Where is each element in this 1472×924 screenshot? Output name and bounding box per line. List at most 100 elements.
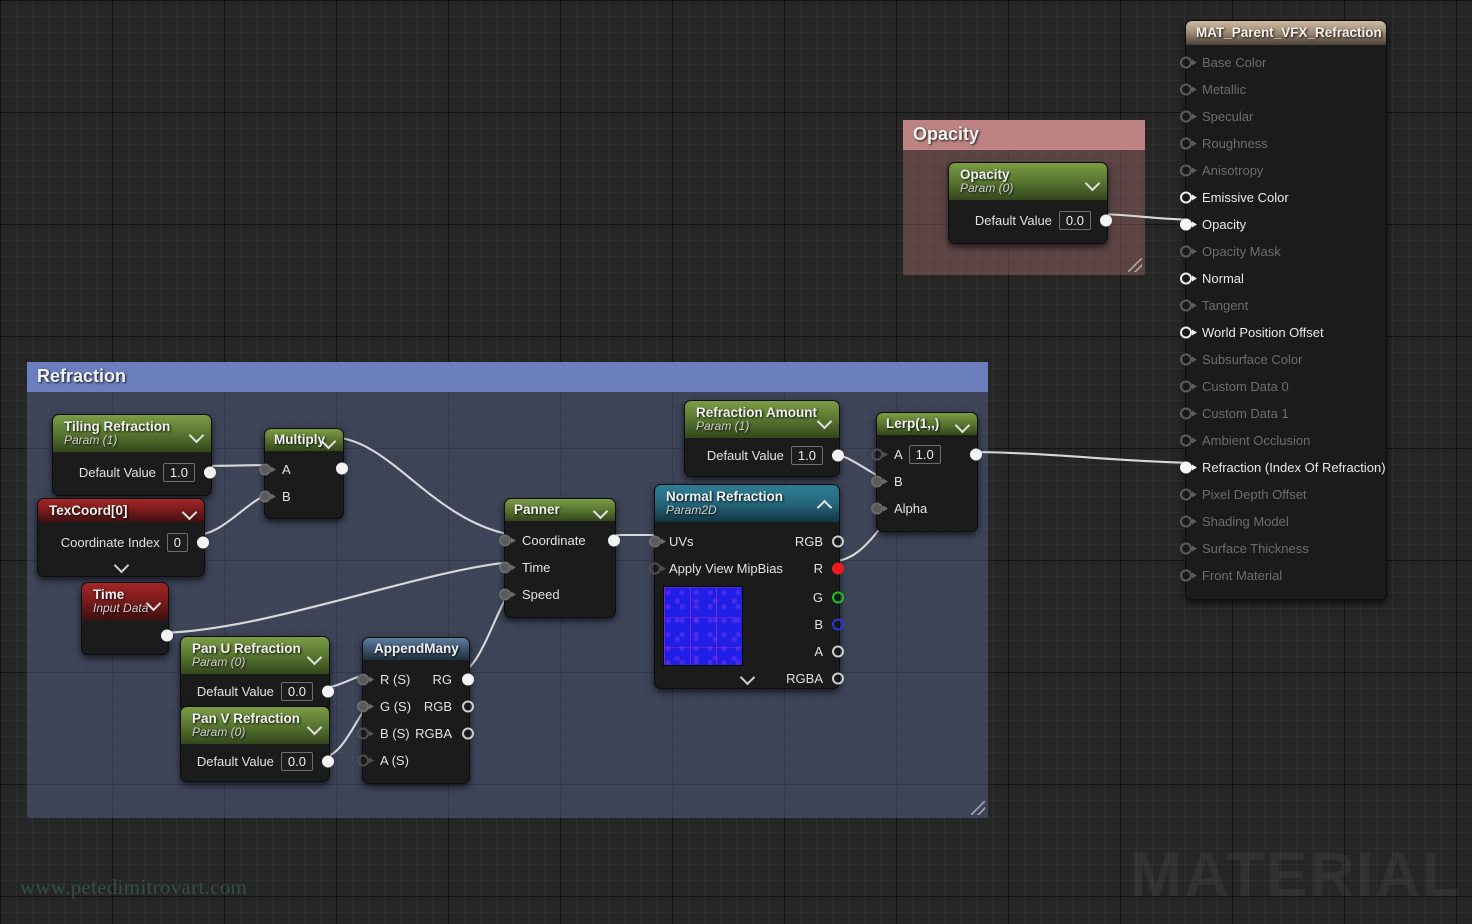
input-pin[interactable] bbox=[1180, 56, 1197, 69]
input-pin[interactable] bbox=[1180, 299, 1197, 312]
node-refraction-amount[interactable]: Refraction Amount Param (1) Default Valu… bbox=[684, 400, 844, 477]
node-header[interactable]: Panner bbox=[505, 499, 615, 521]
output-pin[interactable] bbox=[161, 629, 174, 643]
node-normal-refraction[interactable]: Normal Refraction Param2D UVs RGB Apply … bbox=[649, 484, 844, 689]
material-input-front-material[interactable]: Front Material bbox=[1180, 562, 1386, 589]
node-header[interactable]: Multiply bbox=[265, 429, 343, 451]
node-header[interactable]: Pan V Refraction Param (0) bbox=[181, 707, 329, 744]
default-value-field[interactable]: 0.0 bbox=[280, 682, 313, 701]
chevron-down-icon[interactable] bbox=[594, 503, 608, 517]
input-pin[interactable] bbox=[1180, 488, 1197, 501]
input-pin-b[interactable] bbox=[871, 475, 888, 488]
input-pin-coordinate[interactable] bbox=[499, 534, 516, 547]
chevron-down-icon[interactable] bbox=[183, 504, 197, 518]
node-multiply[interactable]: Multiply A B bbox=[259, 428, 348, 519]
input-pin[interactable] bbox=[1180, 353, 1197, 366]
output-pin[interactable] bbox=[832, 449, 845, 462]
node-header[interactable]: Normal Refraction Param2D bbox=[655, 485, 839, 522]
material-input-ambient-occlusion[interactable]: Ambient Occlusion bbox=[1180, 427, 1386, 454]
input-pin[interactable] bbox=[1180, 137, 1197, 150]
output-pin[interactable] bbox=[197, 536, 210, 549]
output-pin[interactable] bbox=[322, 685, 335, 698]
chevron-down-icon[interactable] bbox=[818, 413, 832, 427]
material-input-subsurface-color[interactable]: Subsurface Color bbox=[1180, 346, 1386, 373]
input-pin[interactable] bbox=[1180, 218, 1197, 231]
material-input-anisotropy[interactable]: Anisotropy bbox=[1180, 157, 1386, 184]
node-pan-v-refraction[interactable]: Pan V Refraction Param (0) Default Value… bbox=[180, 706, 334, 782]
output-pin[interactable] bbox=[608, 534, 621, 547]
material-input-refraction-index-of-refraction[interactable]: Refraction (Index Of Refraction) bbox=[1180, 454, 1386, 481]
node-header[interactable]: Lerp(1,,) bbox=[877, 413, 977, 435]
input-pin-b[interactable] bbox=[259, 490, 276, 503]
default-value-field[interactable]: 0.0 bbox=[280, 752, 313, 771]
input-pin-a[interactable] bbox=[357, 754, 374, 767]
node-header[interactable]: Refraction Amount Param (1) bbox=[685, 401, 839, 438]
output-pin-rgb[interactable] bbox=[462, 700, 475, 713]
node-header[interactable]: Tiling Refraction Param (1) bbox=[53, 415, 211, 452]
material-input-metallic[interactable]: Metallic bbox=[1180, 76, 1386, 103]
output-pin[interactable] bbox=[322, 755, 335, 768]
expand-chevron-down-icon[interactable] bbox=[655, 670, 839, 686]
input-pin[interactable] bbox=[1180, 515, 1197, 528]
material-input-world-position-offset[interactable]: World Position Offset bbox=[1180, 319, 1386, 346]
input-pin[interactable] bbox=[1180, 110, 1197, 123]
chevron-down-icon[interactable] bbox=[956, 417, 970, 431]
chevron-down-icon[interactable] bbox=[322, 433, 336, 447]
material-input-emissive-color[interactable]: Emissive Color bbox=[1180, 184, 1386, 211]
material-input-opacity-mask[interactable]: Opacity Mask bbox=[1180, 238, 1386, 265]
input-pin[interactable] bbox=[1180, 83, 1197, 96]
output-pin[interactable] bbox=[336, 462, 349, 476]
output-pin-rgb[interactable] bbox=[832, 535, 845, 548]
node-header[interactable]: MAT_Parent_VFX_Refraction bbox=[1186, 21, 1386, 45]
output-pin[interactable] bbox=[970, 448, 983, 461]
output-pin-rgba[interactable] bbox=[462, 727, 475, 740]
input-pin[interactable] bbox=[1180, 245, 1197, 258]
input-pin-uvs[interactable] bbox=[649, 535, 666, 548]
input-pin[interactable] bbox=[1180, 164, 1197, 177]
node-append-many[interactable]: AppendMany R (S) RG G (S) RGB B (S) RGBA… bbox=[357, 637, 474, 784]
chevron-down-icon[interactable] bbox=[147, 595, 161, 609]
node-header[interactable]: Opacity Param (0) bbox=[949, 163, 1107, 200]
node-time[interactable]: Time Input Data bbox=[81, 582, 173, 655]
material-input-opacity[interactable]: Opacity bbox=[1180, 211, 1386, 238]
node-header[interactable]: Pan U Refraction Param (0) bbox=[181, 637, 329, 674]
input-pin[interactable] bbox=[1180, 326, 1197, 339]
input-pin-a[interactable] bbox=[259, 463, 276, 476]
material-input-specular[interactable]: Specular bbox=[1180, 103, 1386, 130]
node-material-output[interactable]: MAT_Parent_VFX_Refraction Base Color Meta… bbox=[1180, 20, 1387, 600]
node-header[interactable]: Time Input Data bbox=[82, 583, 168, 620]
input-pin-b[interactable] bbox=[357, 727, 374, 740]
node-header[interactable]: AppendMany bbox=[363, 638, 469, 660]
output-pin[interactable] bbox=[1100, 214, 1113, 227]
node-texcoord[interactable]: TexCoord[0] Coordinate Index 0 bbox=[37, 498, 209, 577]
material-input-custom-data-1[interactable]: Custom Data 1 bbox=[1180, 400, 1386, 427]
default-value-field[interactable]: 0.0 bbox=[1058, 211, 1091, 230]
output-pin-g[interactable] bbox=[832, 591, 845, 604]
input-pin-r[interactable] bbox=[357, 673, 374, 686]
material-input-base-color[interactable]: Base Color bbox=[1180, 49, 1386, 76]
input-pin-a[interactable] bbox=[871, 448, 888, 461]
default-value-field[interactable]: 1.0 bbox=[790, 446, 823, 465]
chevron-down-icon[interactable] bbox=[308, 649, 322, 663]
material-input-custom-data-0[interactable]: Custom Data 0 bbox=[1180, 373, 1386, 400]
input-pin[interactable] bbox=[1180, 191, 1197, 204]
output-pin-rg[interactable] bbox=[462, 673, 475, 686]
default-value-field[interactable]: 1.0 bbox=[162, 463, 195, 482]
node-lerp[interactable]: Lerp(1,,) A 1.0 B Alpha bbox=[871, 412, 982, 532]
input-pin-g[interactable] bbox=[357, 700, 374, 713]
input-pin[interactable] bbox=[1180, 569, 1197, 582]
input-pin-mipbias[interactable] bbox=[649, 562, 666, 575]
output-pin-r[interactable] bbox=[832, 562, 845, 575]
output-pin-b[interactable] bbox=[832, 618, 845, 631]
material-input-shading-model[interactable]: Shading Model bbox=[1180, 508, 1386, 535]
node-panner[interactable]: Panner Coordinate Time Speed bbox=[499, 498, 620, 618]
input-pin[interactable] bbox=[1180, 407, 1197, 420]
output-pin[interactable] bbox=[204, 466, 217, 479]
material-input-tangent[interactable]: Tangent bbox=[1180, 292, 1386, 319]
material-input-pixel-depth-offset[interactable]: Pixel Depth Offset bbox=[1180, 481, 1386, 508]
material-input-roughness[interactable]: Roughness bbox=[1180, 130, 1386, 157]
input-pin[interactable] bbox=[1180, 434, 1197, 447]
coordinate-index-field[interactable]: 0 bbox=[166, 533, 188, 552]
node-pan-u-refraction[interactable]: Pan U Refraction Param (0) Default Value… bbox=[180, 636, 334, 712]
input-pin[interactable] bbox=[1180, 380, 1197, 393]
